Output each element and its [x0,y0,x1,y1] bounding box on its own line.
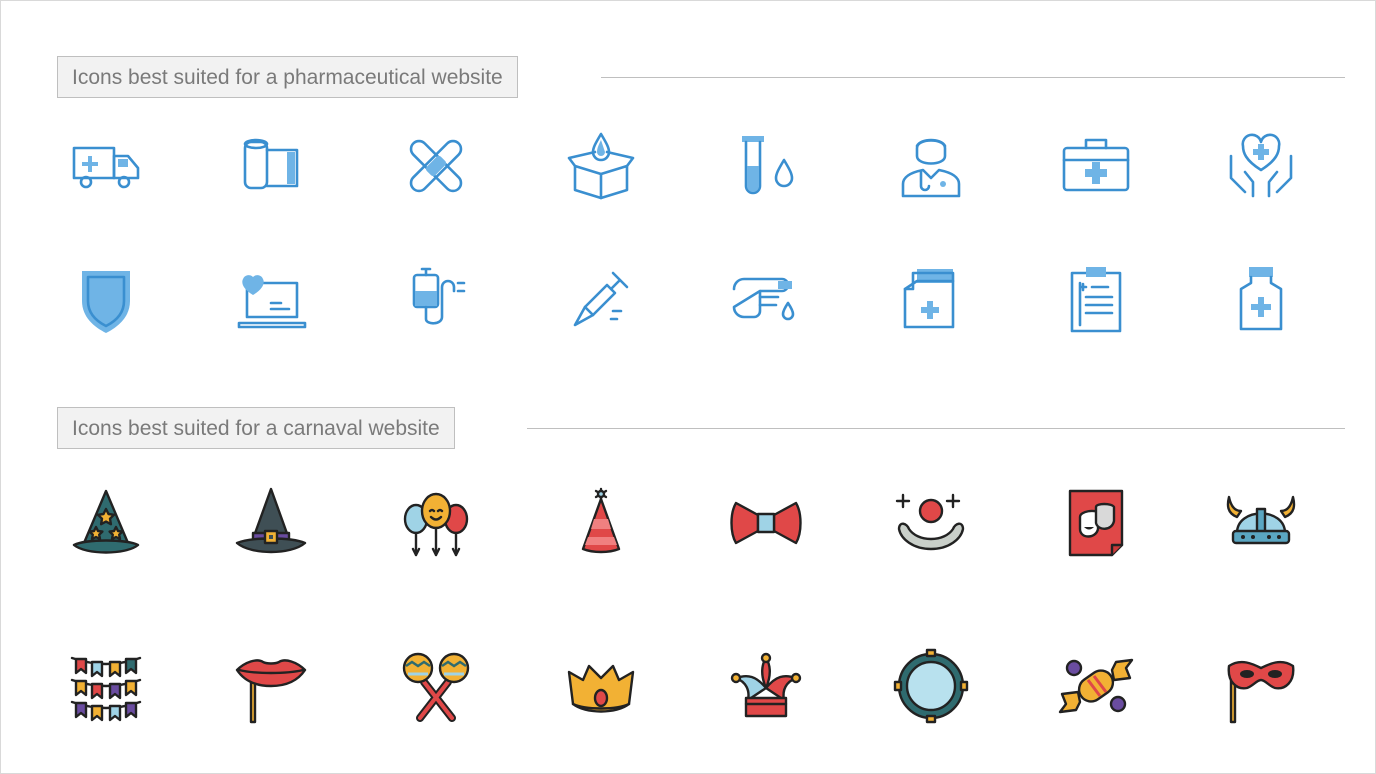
test-tube-drop-icon [721,121,811,211]
party-hat-icon [556,478,646,568]
section-heading-row: Icons best suited for a pharmaceutical w… [57,56,1345,100]
crossed-bandage-icon [391,121,481,211]
theater-poster-icon [1051,478,1141,568]
section-title: Icons best suited for a carnaval website [57,407,455,449]
candy-icon [1051,641,1141,731]
medicine-bottle-icon [1216,254,1306,344]
medical-folder-icon [886,254,976,344]
lips-prop-icon [226,641,316,731]
clown-nose-icon [886,478,976,568]
iv-bag-icon [391,254,481,344]
syringe-icon [556,254,646,344]
tambourine-icon [886,641,976,731]
witch-hat-icon [226,478,316,568]
viking-helmet-icon [1216,478,1306,568]
wizard-hat-icon [61,478,151,568]
section-heading-row: Icons best suited for a carnaval website [57,407,1345,451]
eye-mask-icon [1216,641,1306,731]
doctor-icon [886,121,976,211]
icon-row [1,121,1376,211]
icon-row [1,478,1376,568]
heart-hands-icon [1216,121,1306,211]
donation-box-icon [556,121,646,211]
icon-row [1,641,1376,731]
section-title: Icons best suited for a pharmaceutical w… [57,56,518,98]
crown-icon [556,641,646,731]
bow-tie-icon [721,478,811,568]
medical-shield-icon [61,254,151,344]
clipboard-icon [1051,254,1141,344]
heading-divider [527,428,1345,429]
first-aid-kit-icon [1051,121,1141,211]
maracas-icon [391,641,481,731]
heart-laptop-icon [226,254,316,344]
heading-divider [601,77,1345,78]
ambulance-icon [61,121,151,211]
finger-prick-icon [721,254,811,344]
jester-hat-icon [721,641,811,731]
bunting-flags-icon [61,641,151,731]
slide-frame: Icons best suited for a pharmaceutical w… [0,0,1376,774]
bandage-roll-icon [226,121,316,211]
icon-row [1,254,1376,344]
balloons-icon [391,478,481,568]
